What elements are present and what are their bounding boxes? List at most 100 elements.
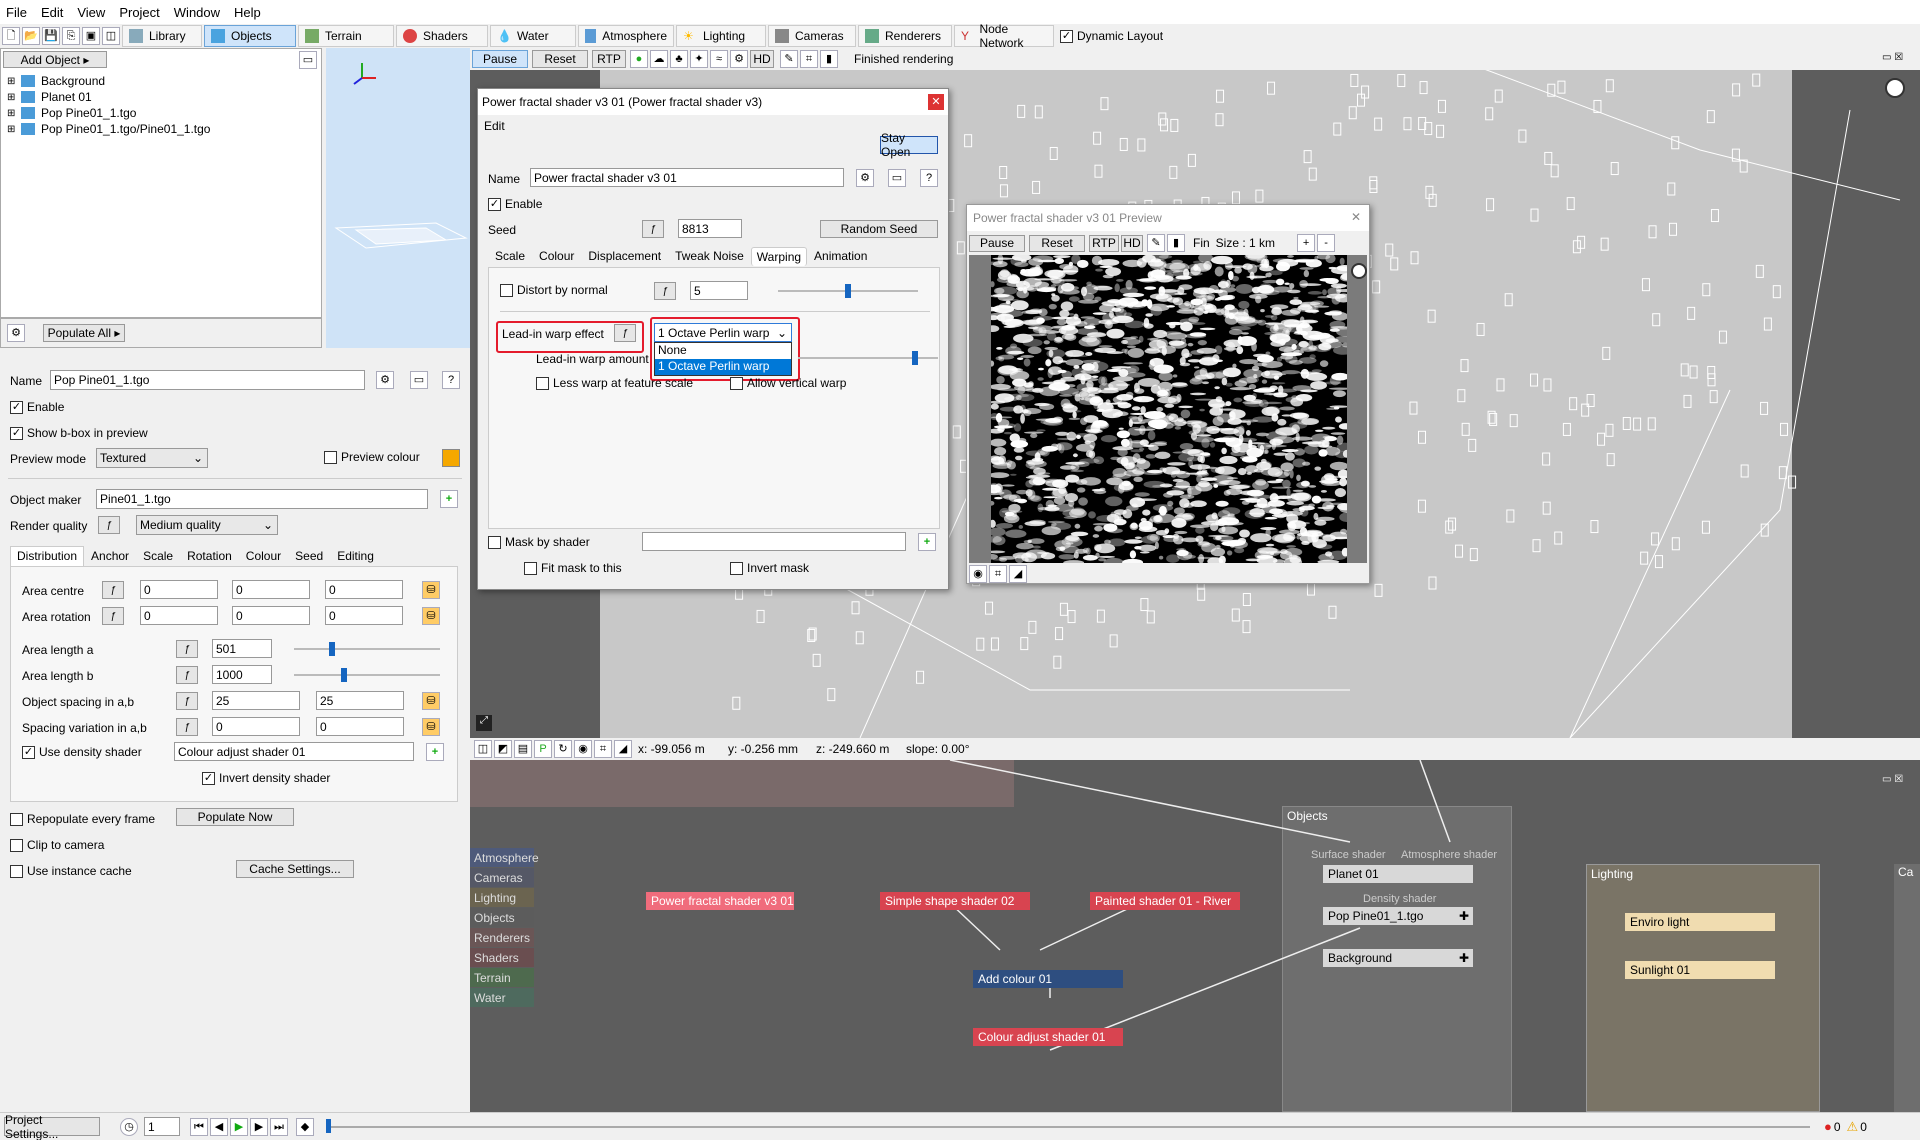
save-as-icon[interactable]: ⎘: [62, 27, 80, 45]
instance-cache-checkbox[interactable]: [10, 864, 23, 878]
menu-help[interactable]: Help: [234, 5, 261, 20]
lock-icon[interactable]: ⛁: [422, 718, 440, 736]
new-icon[interactable]: 🗋: [2, 27, 20, 45]
mask-shader-row[interactable]: Mask by shader: [488, 535, 590, 549]
fit-mask-row[interactable]: Fit mask to this: [524, 561, 622, 575]
clip-camera-checkbox[interactable]: [10, 838, 23, 852]
tab-displacement[interactable]: Displacement: [581, 246, 668, 266]
colour-adjust-node[interactable]: Colour adjust shader 01: [973, 1028, 1123, 1046]
render-quality-select[interactable]: Medium quality ⌄: [136, 515, 278, 535]
mask-shader-checkbox[interactable]: [488, 535, 501, 549]
last-frame-icon[interactable]: ⏭: [270, 1117, 288, 1136]
panel-toggle-icon[interactable]: ▭: [299, 51, 317, 69]
zoom-out-icon[interactable]: -: [1317, 234, 1336, 252]
spacing-variation-a[interactable]: 0: [212, 717, 300, 736]
close-icon[interactable]: ✕: [928, 94, 944, 110]
lock-icon[interactable]: ⛁: [422, 581, 440, 599]
function-icon[interactable]: ƒ: [614, 324, 636, 342]
cloud-icon[interactable]: ☁: [650, 50, 668, 68]
expand-icon[interactable]: ⊞: [7, 124, 21, 135]
function-icon[interactable]: ƒ: [102, 581, 124, 599]
expand-icon[interactable]: ⊞: [7, 92, 21, 103]
preview-hd-button[interactable]: HD: [1121, 234, 1143, 252]
tree-icon[interactable]: ♣: [670, 50, 688, 68]
repopulate-row[interactable]: Repopulate every frame: [10, 812, 155, 826]
slope-icon[interactable]: ◢: [1009, 565, 1027, 583]
next-frame-icon[interactable]: ▶: [250, 1117, 268, 1136]
hd-button[interactable]: HD: [750, 50, 774, 68]
close-icon[interactable]: ✕: [1351, 210, 1361, 224]
area-length-a-field[interactable]: 501: [212, 639, 272, 658]
timeline-thumb[interactable]: [326, 1118, 331, 1133]
cache-settings-button[interactable]: Cache Settings...: [236, 860, 354, 878]
function-icon[interactable]: ƒ: [654, 282, 676, 300]
function-icon[interactable]: ƒ: [98, 516, 120, 534]
leadin-warp-select[interactable]: 1 Octave Perlin warp ⌄: [654, 323, 792, 342]
invert-density-checkbox[interactable]: ✓: [202, 771, 215, 785]
add-icon[interactable]: +: [918, 533, 936, 551]
clip-camera-row[interactable]: Clip to camera: [10, 838, 104, 852]
show-bbox-checkbox[interactable]: ✓: [10, 426, 23, 440]
spacing-variation-b[interactable]: 0: [316, 717, 404, 736]
marker-icon[interactable]: ▮: [820, 50, 838, 68]
gear-icon[interactable]: ⚙: [856, 169, 874, 187]
object-maker-field[interactable]: Pine01_1.tgo: [96, 489, 428, 509]
light-icon[interactable]: ✦: [690, 50, 708, 68]
add-colour-node[interactable]: Add colour 01: [973, 970, 1123, 988]
tab-library[interactable]: Library: [122, 25, 202, 47]
lock-icon[interactable]: ⛁: [422, 607, 440, 625]
frame-icon[interactable]: ⌗: [989, 565, 1007, 583]
list-item[interactable]: ⊞ Pop Pine01_1.tgo/Pine01_1.tgo: [7, 121, 210, 137]
dialog-edit-menu[interactable]: Edit: [484, 119, 505, 133]
dynamic-layout-checkbox[interactable]: ✓: [1060, 29, 1073, 43]
tab-anchor[interactable]: Anchor: [84, 546, 136, 566]
tab-cameras[interactable]: Cameras: [768, 25, 856, 47]
eye-icon[interactable]: ◉: [969, 565, 987, 583]
gear-icon[interactable]: ⚙: [376, 371, 394, 389]
mask-shader-field[interactable]: [642, 532, 906, 551]
seed-field[interactable]: 8813: [678, 219, 742, 238]
dropdown-option-perlin[interactable]: 1 Octave Perlin warp: [655, 359, 791, 375]
area-length-b-field[interactable]: 1000: [212, 665, 272, 684]
enable-checkbox[interactable]: ✓: [10, 400, 23, 414]
panel-icon[interactable]: ▭: [410, 371, 428, 389]
less-warp-checkbox[interactable]: [536, 376, 549, 390]
tab-tweak-noise[interactable]: Tweak Noise: [668, 246, 751, 266]
tab-scale[interactable]: Scale: [488, 246, 532, 266]
preview-mode-select[interactable]: Textured ⌄: [96, 448, 208, 468]
expand-icon[interactable]: ⊞: [7, 108, 21, 119]
tab-terrain[interactable]: Terrain: [298, 25, 394, 47]
object-name-field[interactable]: Pop Pine01_1.tgo: [50, 370, 365, 390]
dynamic-layout-toggle[interactable]: ✓ Dynamic Layout: [1060, 29, 1163, 43]
mini-preview[interactable]: [326, 48, 470, 348]
render-icon[interactable]: ◩: [494, 740, 512, 758]
enable-row[interactable]: ✓ Enable: [10, 400, 64, 414]
help-icon[interactable]: ?: [442, 371, 460, 389]
tab-water[interactable]: 💧 Water: [490, 25, 576, 47]
painted-shader-node[interactable]: Painted shader 01 - River: [1090, 892, 1240, 910]
area-length-b-slider[interactable]: [294, 674, 440, 676]
list-item[interactable]: ⊞ Background: [7, 73, 210, 89]
frame-icon[interactable]: ⌗: [594, 740, 612, 758]
area-centre-x[interactable]: 0: [140, 580, 218, 599]
preview-rtp-button[interactable]: RTP: [1089, 234, 1119, 252]
invert-mask-row[interactable]: Invert mask: [730, 561, 809, 575]
viewport-camera-icon[interactable]: ⤢: [476, 715, 492, 731]
view-icon[interactable]: ▣: [82, 27, 100, 45]
project-settings-button[interactable]: Project Settings...: [4, 1113, 100, 1140]
function-icon[interactable]: ƒ: [102, 607, 124, 625]
gizmo-icon[interactable]: [1885, 78, 1905, 98]
first-frame-icon[interactable]: ⏮: [190, 1117, 208, 1136]
tab-colour[interactable]: Colour: [532, 246, 581, 266]
tab-shaders[interactable]: Shaders: [396, 25, 488, 47]
help-icon[interactable]: ?: [920, 169, 938, 187]
instance-cache-row[interactable]: Use instance cache: [10, 864, 132, 878]
slider-thumb[interactable]: [341, 668, 347, 682]
tab-editing[interactable]: Editing: [330, 546, 381, 566]
shader-enable-checkbox[interactable]: ✓: [488, 197, 501, 211]
preview-colour-swatch[interactable]: [442, 449, 460, 467]
menu-project[interactable]: Project: [119, 5, 159, 20]
open-icon[interactable]: 📂: [22, 27, 40, 45]
save-icon[interactable]: 💾: [42, 27, 60, 45]
distort-normal-checkbox[interactable]: [500, 283, 513, 297]
